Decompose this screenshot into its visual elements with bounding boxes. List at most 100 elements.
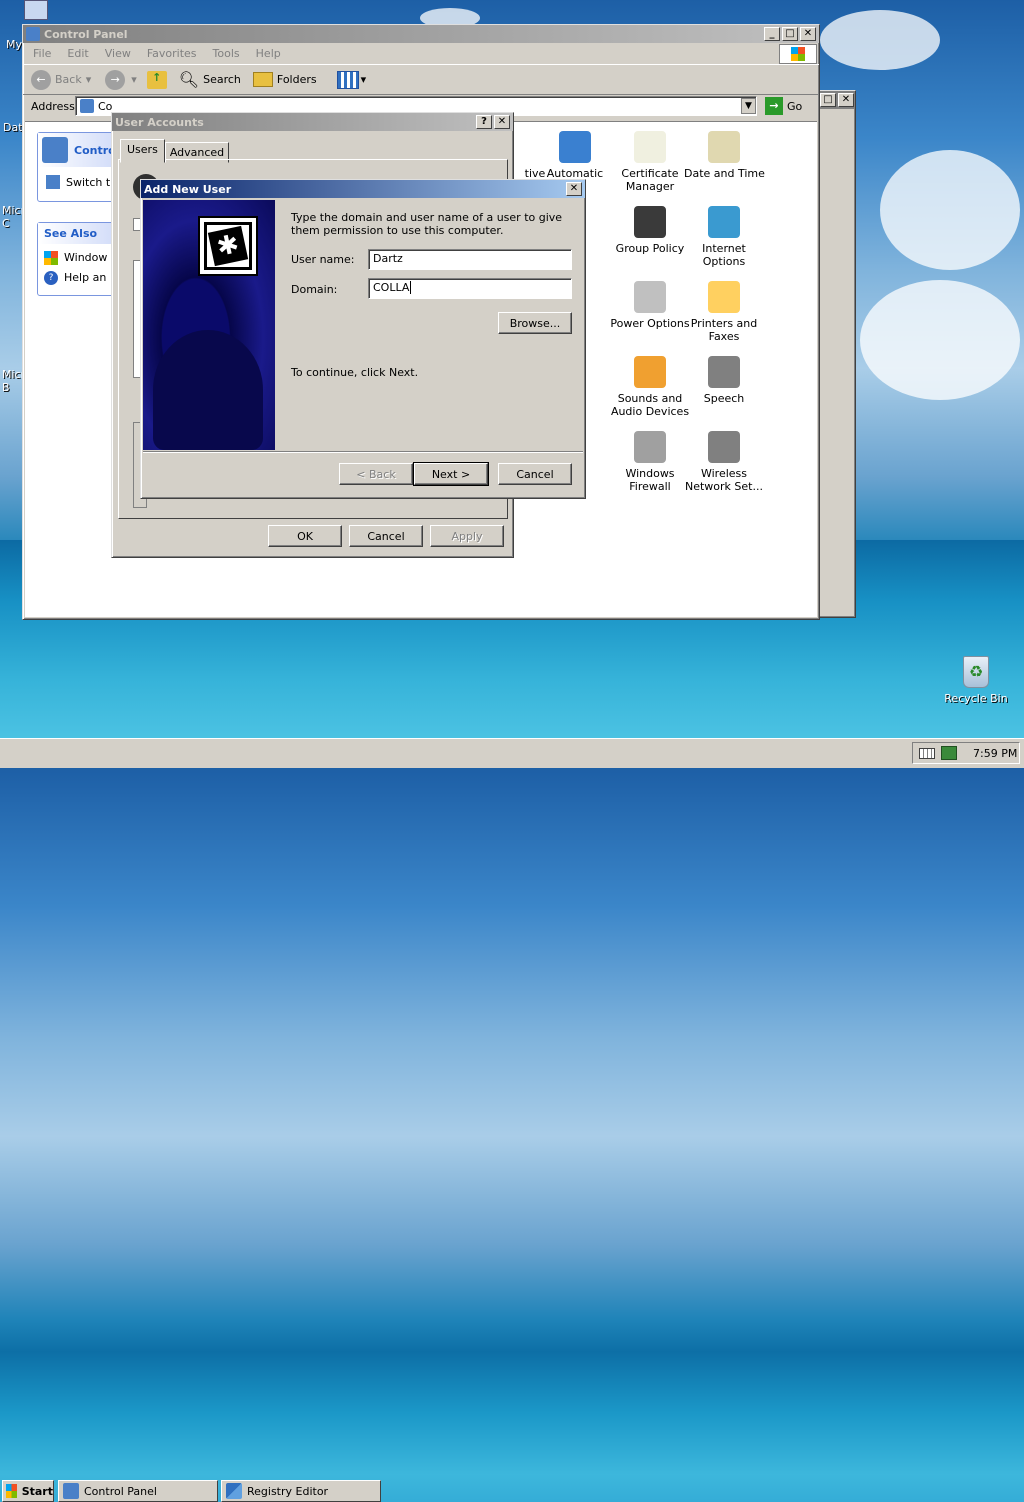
desktop-icon-my[interactable]: My <box>0 0 48 51</box>
cp-item-label: Wireless Network Set... <box>685 467 763 493</box>
taskbar-control-panel[interactable]: Control Panel <box>58 1480 218 1502</box>
cp-icon-item[interactable]: Sounds and Audio Devices <box>610 356 690 418</box>
back-arrow-icon: ← <box>31 69 51 90</box>
window-title: Control Panel <box>44 27 128 41</box>
apply-button[interactable]: Apply <box>430 525 504 547</box>
back-button[interactable]: ← Back ▾ <box>31 69 91 90</box>
control-panel-icon <box>63 1483 79 1499</box>
control-panel-icon <box>80 99 94 113</box>
wizard-banner: ✱ <box>143 200 275 450</box>
continue-text: To continue, click Next. <box>291 366 419 379</box>
go-button[interactable]: → Go <box>765 97 802 115</box>
cancel-button[interactable]: Cancel <box>498 463 572 485</box>
next-button[interactable]: Next > <box>413 462 489 486</box>
desktop-label-dat[interactable]: Dat <box>3 121 23 134</box>
domain-input[interactable]: COLLA <box>368 278 572 299</box>
minimize-button[interactable]: _ <box>764 27 780 41</box>
start-button[interactable]: Start <box>2 1480 54 1502</box>
menu-help[interactable]: Help <box>256 47 281 60</box>
cancel-button[interactable]: Cancel <box>349 525 423 547</box>
close-button[interactable]: ✕ <box>800 27 816 41</box>
cp-item-label: Certificate Manager <box>621 167 679 193</box>
cp-item-label: Group Policy <box>615 242 685 255</box>
close-button[interactable]: ✕ <box>566 182 582 196</box>
close-button[interactable]: ✕ <box>494 115 510 129</box>
username-input[interactable]: Dartz <box>368 249 572 270</box>
tab-users[interactable]: Users <box>120 139 165 163</box>
control-panel-icon <box>26 27 40 41</box>
instruction-text: Type the domain and user name of a user … <box>291 211 563 237</box>
registry-editor-icon <box>226 1483 242 1499</box>
cp-icon-item[interactable]: Windows Firewall <box>610 431 690 493</box>
clock[interactable]: 7:59 PM <box>973 747 1017 760</box>
taskbar: Start Control Panel Registry Editor 7:59… <box>0 738 1024 1502</box>
cp-item-label: Windows Firewall <box>625 467 675 493</box>
username-label: User name: <box>291 253 355 266</box>
toolbar: ← Back ▾ → ▾ ↑ 🔍︎ Search Folders ▾ <box>23 65 819 95</box>
forward-button[interactable]: → <box>105 69 126 90</box>
recycle-bin-label: Recycle Bin <box>944 692 1008 705</box>
address-label: Address <box>31 99 75 113</box>
switch-view-link[interactable]: Switch t <box>66 176 110 189</box>
folder-icon <box>252 72 273 87</box>
control-panel-large-icon <box>42 137 68 163</box>
see-also-item[interactable]: Window <box>64 248 107 268</box>
windows-logo-icon <box>779 44 817 64</box>
maximize-button[interactable]: □ <box>782 27 798 41</box>
dialog-title: Add New User <box>144 182 232 196</box>
menu-bar: File Edit View Favorites Tools Help <box>23 43 819 65</box>
cp-icon-item[interactable]: Speech <box>684 356 764 405</box>
cp-item-label: Sounds and Audio Devices <box>610 392 690 418</box>
cp-icon-item[interactable]: Group Policy <box>610 206 690 255</box>
see-also-item[interactable]: Help an <box>64 268 106 288</box>
folders-button[interactable]: Folders <box>252 72 317 87</box>
background-window[interactable]: □ ✕ <box>818 90 856 618</box>
views-icon <box>336 70 359 89</box>
search-button[interactable]: 🔍︎ Search <box>179 70 241 89</box>
keyboard-icon[interactable] <box>919 747 935 759</box>
recycle-bin-icon: ♻ <box>963 656 989 688</box>
menu-edit[interactable]: Edit <box>67 47 88 60</box>
recycle-bin[interactable]: ♻ Recycle Bin <box>944 656 1008 705</box>
cp-item-label: Date and Time <box>684 167 765 180</box>
cp-icon-item[interactable]: Date and Time <box>684 131 765 180</box>
cp-item-icon <box>559 131 591 163</box>
system-tray: 7:59 PM <box>912 742 1020 764</box>
menu-file[interactable]: File <box>33 47 51 60</box>
add-new-user-dialog[interactable]: Add New User ✕ ✱ Type the domain and use… <box>140 179 586 499</box>
network-icon[interactable] <box>941 746 957 760</box>
menu-view[interactable]: View <box>105 47 131 60</box>
cp-icon-item[interactable]: Certificate Manager <box>610 131 690 193</box>
cp-item-icon <box>634 206 666 238</box>
cp-icon-item[interactable]: Wireless Network Set... <box>684 431 764 493</box>
cloud <box>880 150 1020 270</box>
windows-update-icon <box>44 251 58 265</box>
menu-favorites[interactable]: Favorites <box>147 47 197 60</box>
browse-button[interactable]: Browse... <box>498 312 572 334</box>
views-button[interactable]: ▾ <box>336 70 366 89</box>
switch-view-icon <box>46 175 60 189</box>
cp-item-icon <box>708 131 740 163</box>
cp-item-label: Speech <box>703 392 745 405</box>
back-button[interactable]: < Back <box>339 463 413 485</box>
folder-up-icon[interactable]: ↑ <box>146 70 167 89</box>
address-dropdown-button[interactable]: ▼ <box>741 98 756 114</box>
taskbar-registry-editor[interactable]: Registry Editor <box>221 1480 381 1502</box>
help-button[interactable]: ? <box>476 115 492 129</box>
cloud <box>820 10 940 70</box>
ok-button[interactable]: OK <box>268 525 342 547</box>
search-icon: 🔍︎ <box>178 70 200 89</box>
cp-item-label: Printers and Faxes <box>690 317 758 343</box>
cp-item-icon <box>708 206 740 238</box>
user-key-icon: ✱ <box>198 216 258 276</box>
cp-item-icon <box>634 281 666 313</box>
cp-item-icon <box>634 131 666 163</box>
cp-item-icon <box>708 281 740 313</box>
cp-icon-item[interactable]: Power Options <box>610 281 690 330</box>
cp-item-icon <box>708 356 740 388</box>
cp-icon-item[interactable]: Printers and Faxes <box>684 281 764 343</box>
cp-item-label: Power Options <box>610 317 690 330</box>
menu-tools[interactable]: Tools <box>213 47 240 60</box>
cp-icon-item[interactable]: Internet Options <box>684 206 764 268</box>
cloud <box>860 280 1020 400</box>
